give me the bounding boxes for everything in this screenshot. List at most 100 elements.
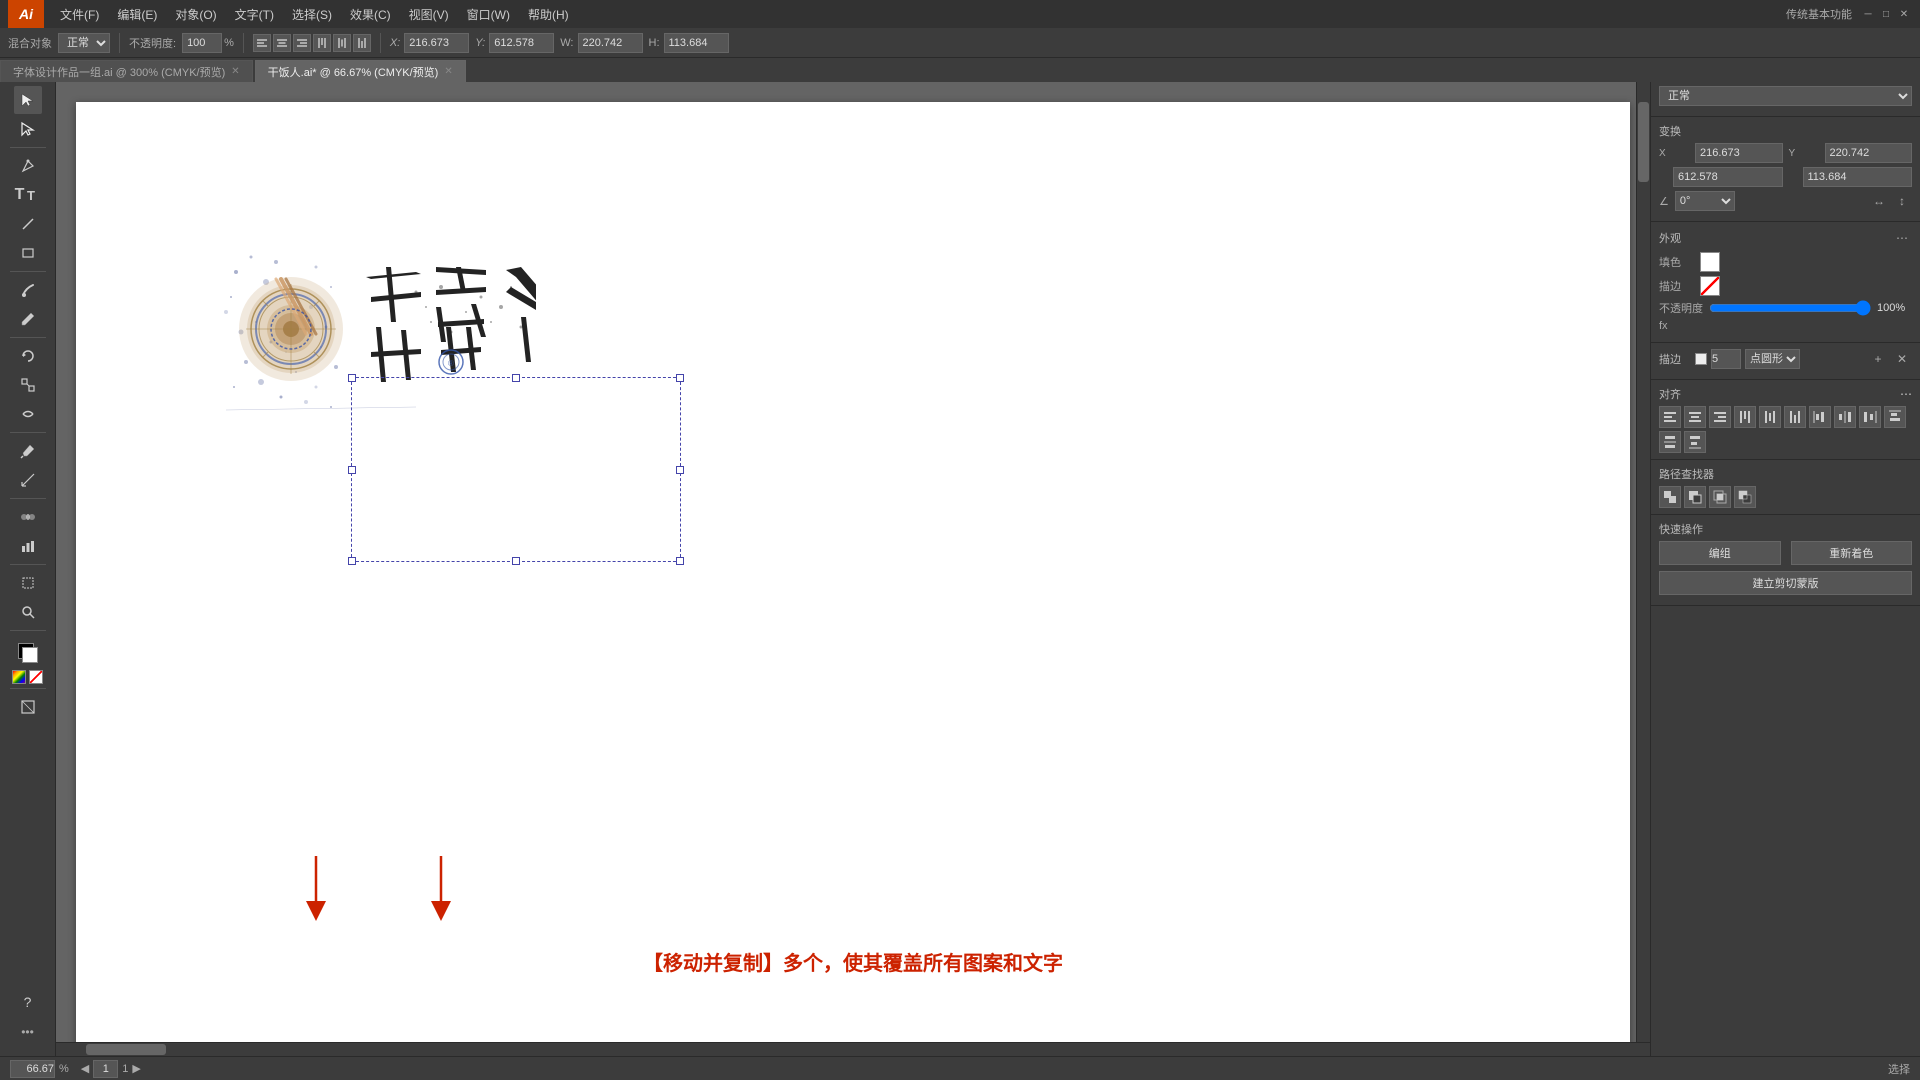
graph-tool[interactable] xyxy=(14,532,42,560)
menu-view[interactable]: 视图(V) xyxy=(401,3,457,26)
paintbrush-tool[interactable] xyxy=(14,276,42,304)
artboard-tool[interactable] xyxy=(14,569,42,597)
stroke-add-icon[interactable]: + xyxy=(1868,349,1888,369)
x-input[interactable] xyxy=(404,33,469,53)
flip-v-icon[interactable]: ↕ xyxy=(1892,191,1912,211)
y-input[interactable] xyxy=(489,33,554,53)
page-input[interactable] xyxy=(93,1060,118,1078)
pathfinder-exclude[interactable] xyxy=(1734,486,1756,508)
warp-tool[interactable] xyxy=(14,400,42,428)
maximize-button[interactable]: □ xyxy=(1878,6,1894,22)
tab-file2-close[interactable]: ✕ xyxy=(444,66,452,77)
align-left-btn[interactable] xyxy=(253,34,271,52)
angle-select[interactable]: 0° xyxy=(1675,191,1735,211)
handle-tr[interactable] xyxy=(676,374,684,382)
menu-help[interactable]: 帮助(H) xyxy=(520,3,577,26)
blend-mode-dropdown[interactable]: 正常 xyxy=(1659,86,1912,106)
stroke-delete-icon[interactable]: ✕ xyxy=(1892,349,1912,369)
eyedropper-tool[interactable] xyxy=(14,437,42,465)
panel-align-left[interactable] xyxy=(1659,406,1681,428)
gradient-btn[interactable] xyxy=(12,670,26,684)
measure-tool[interactable] xyxy=(14,466,42,494)
minimize-button[interactable]: ─ xyxy=(1860,6,1876,22)
tab-file1[interactable]: 字体设计作品一组.ai @ 300% (CMYK/预览) ✕ xyxy=(0,60,253,82)
panel-align-right[interactable] xyxy=(1709,406,1731,428)
handle-mr[interactable] xyxy=(676,466,684,474)
flip-h-icon[interactable]: ↔ xyxy=(1869,191,1889,211)
panel-align-bottom[interactable] xyxy=(1784,406,1806,428)
stroke-width-input[interactable] xyxy=(1711,349,1741,369)
panel-distribute-left[interactable] xyxy=(1809,406,1831,428)
align-center-btn[interactable] xyxy=(273,34,291,52)
pen-tool[interactable] xyxy=(14,152,42,180)
transform-h-input[interactable] xyxy=(1803,167,1913,187)
pencil-tool[interactable] xyxy=(14,305,42,333)
mask-button[interactable]: 建立剪切蒙版 xyxy=(1659,571,1912,595)
horizontal-scrollbar[interactable] xyxy=(56,1042,1650,1056)
stroke-shape-select[interactable]: 点圆形 xyxy=(1745,349,1800,369)
vertical-scrollbar[interactable] xyxy=(1636,82,1650,1056)
handle-bl[interactable] xyxy=(348,557,356,565)
type-tool[interactable]: T T xyxy=(14,181,42,209)
align-right-btn[interactable] xyxy=(293,34,311,52)
panel-align-center-h[interactable] xyxy=(1684,406,1706,428)
align-bottom-btn[interactable] xyxy=(353,34,371,52)
panel-distribute-bottom[interactable] xyxy=(1684,431,1706,453)
recolor-button[interactable]: 重新着色 xyxy=(1791,541,1913,565)
blend-tool[interactable] xyxy=(14,503,42,531)
menu-effects[interactable]: 效果(C) xyxy=(342,3,399,26)
panel-distribute-v[interactable] xyxy=(1659,431,1681,453)
menu-select[interactable]: 选择(S) xyxy=(284,3,340,26)
align-top-btn[interactable] xyxy=(313,34,331,52)
handle-ml[interactable] xyxy=(348,466,356,474)
tab-file1-close[interactable]: ✕ xyxy=(231,66,239,77)
panel-align-top[interactable] xyxy=(1734,406,1756,428)
menu-edit[interactable]: 编辑(E) xyxy=(109,3,165,26)
none-btn[interactable] xyxy=(29,670,43,684)
panel-align-center-v[interactable] xyxy=(1759,406,1781,428)
line-tool[interactable] xyxy=(14,210,42,238)
appearance-options-icon[interactable]: ⋯ xyxy=(1892,228,1912,248)
hscroll-thumb[interactable] xyxy=(86,1044,166,1055)
direct-selection-tool[interactable] xyxy=(14,115,42,143)
edit-button[interactable]: 编组 xyxy=(1659,541,1781,565)
rotate-tool[interactable] xyxy=(14,342,42,370)
vscroll-thumb[interactable] xyxy=(1638,102,1649,182)
align-options-icon[interactable]: ⋯ xyxy=(1900,387,1912,401)
transform-w-input[interactable] xyxy=(1673,167,1783,187)
handle-bc[interactable] xyxy=(512,557,520,565)
panel-distribute-top[interactable] xyxy=(1884,406,1906,428)
menu-object[interactable]: 对象(O) xyxy=(167,3,224,26)
selection-tool[interactable] xyxy=(14,86,42,114)
scale-tool[interactable] xyxy=(14,371,42,399)
menu-file[interactable]: 文件(F) xyxy=(52,3,107,26)
close-button[interactable]: ✕ xyxy=(1896,6,1912,22)
question-tool[interactable]: ? xyxy=(14,988,42,1016)
page-next-btn[interactable]: ▶ xyxy=(132,1062,140,1075)
panel-distribute-right[interactable] xyxy=(1859,406,1881,428)
pathfinder-unite[interactable] xyxy=(1659,486,1681,508)
zoom-tool[interactable] xyxy=(14,598,42,626)
page-prev-btn[interactable]: ◀ xyxy=(81,1062,89,1075)
fill-color-box[interactable] xyxy=(1700,252,1720,272)
menu-window[interactable]: 窗口(W) xyxy=(459,3,518,26)
w-input[interactable] xyxy=(578,33,643,53)
opacity-value[interactable]: 100 xyxy=(182,33,222,53)
transform-y-input[interactable] xyxy=(1825,143,1913,163)
transform-x-input[interactable] xyxy=(1695,143,1783,163)
zoom-input[interactable] xyxy=(10,1060,55,1078)
pathfinder-minus-front[interactable] xyxy=(1684,486,1706,508)
rect-tool[interactable] xyxy=(14,239,42,267)
panel-distribute-h[interactable] xyxy=(1834,406,1856,428)
fill-stroke-colors[interactable] xyxy=(14,639,42,667)
drawing-mode-btn[interactable] xyxy=(14,693,42,721)
align-middle-btn[interactable] xyxy=(333,34,351,52)
pathfinder-intersect[interactable] xyxy=(1709,486,1731,508)
handle-br[interactable] xyxy=(676,557,684,565)
opacity-slider[interactable] xyxy=(1709,300,1871,316)
blend-mode-select[interactable]: 正常 xyxy=(58,33,110,53)
menu-type[interactable]: 文字(T) xyxy=(227,3,282,26)
more-tools-btn[interactable]: ••• xyxy=(14,1018,42,1046)
h-input[interactable] xyxy=(664,33,729,53)
stroke-color-box[interactable] xyxy=(1700,276,1720,296)
